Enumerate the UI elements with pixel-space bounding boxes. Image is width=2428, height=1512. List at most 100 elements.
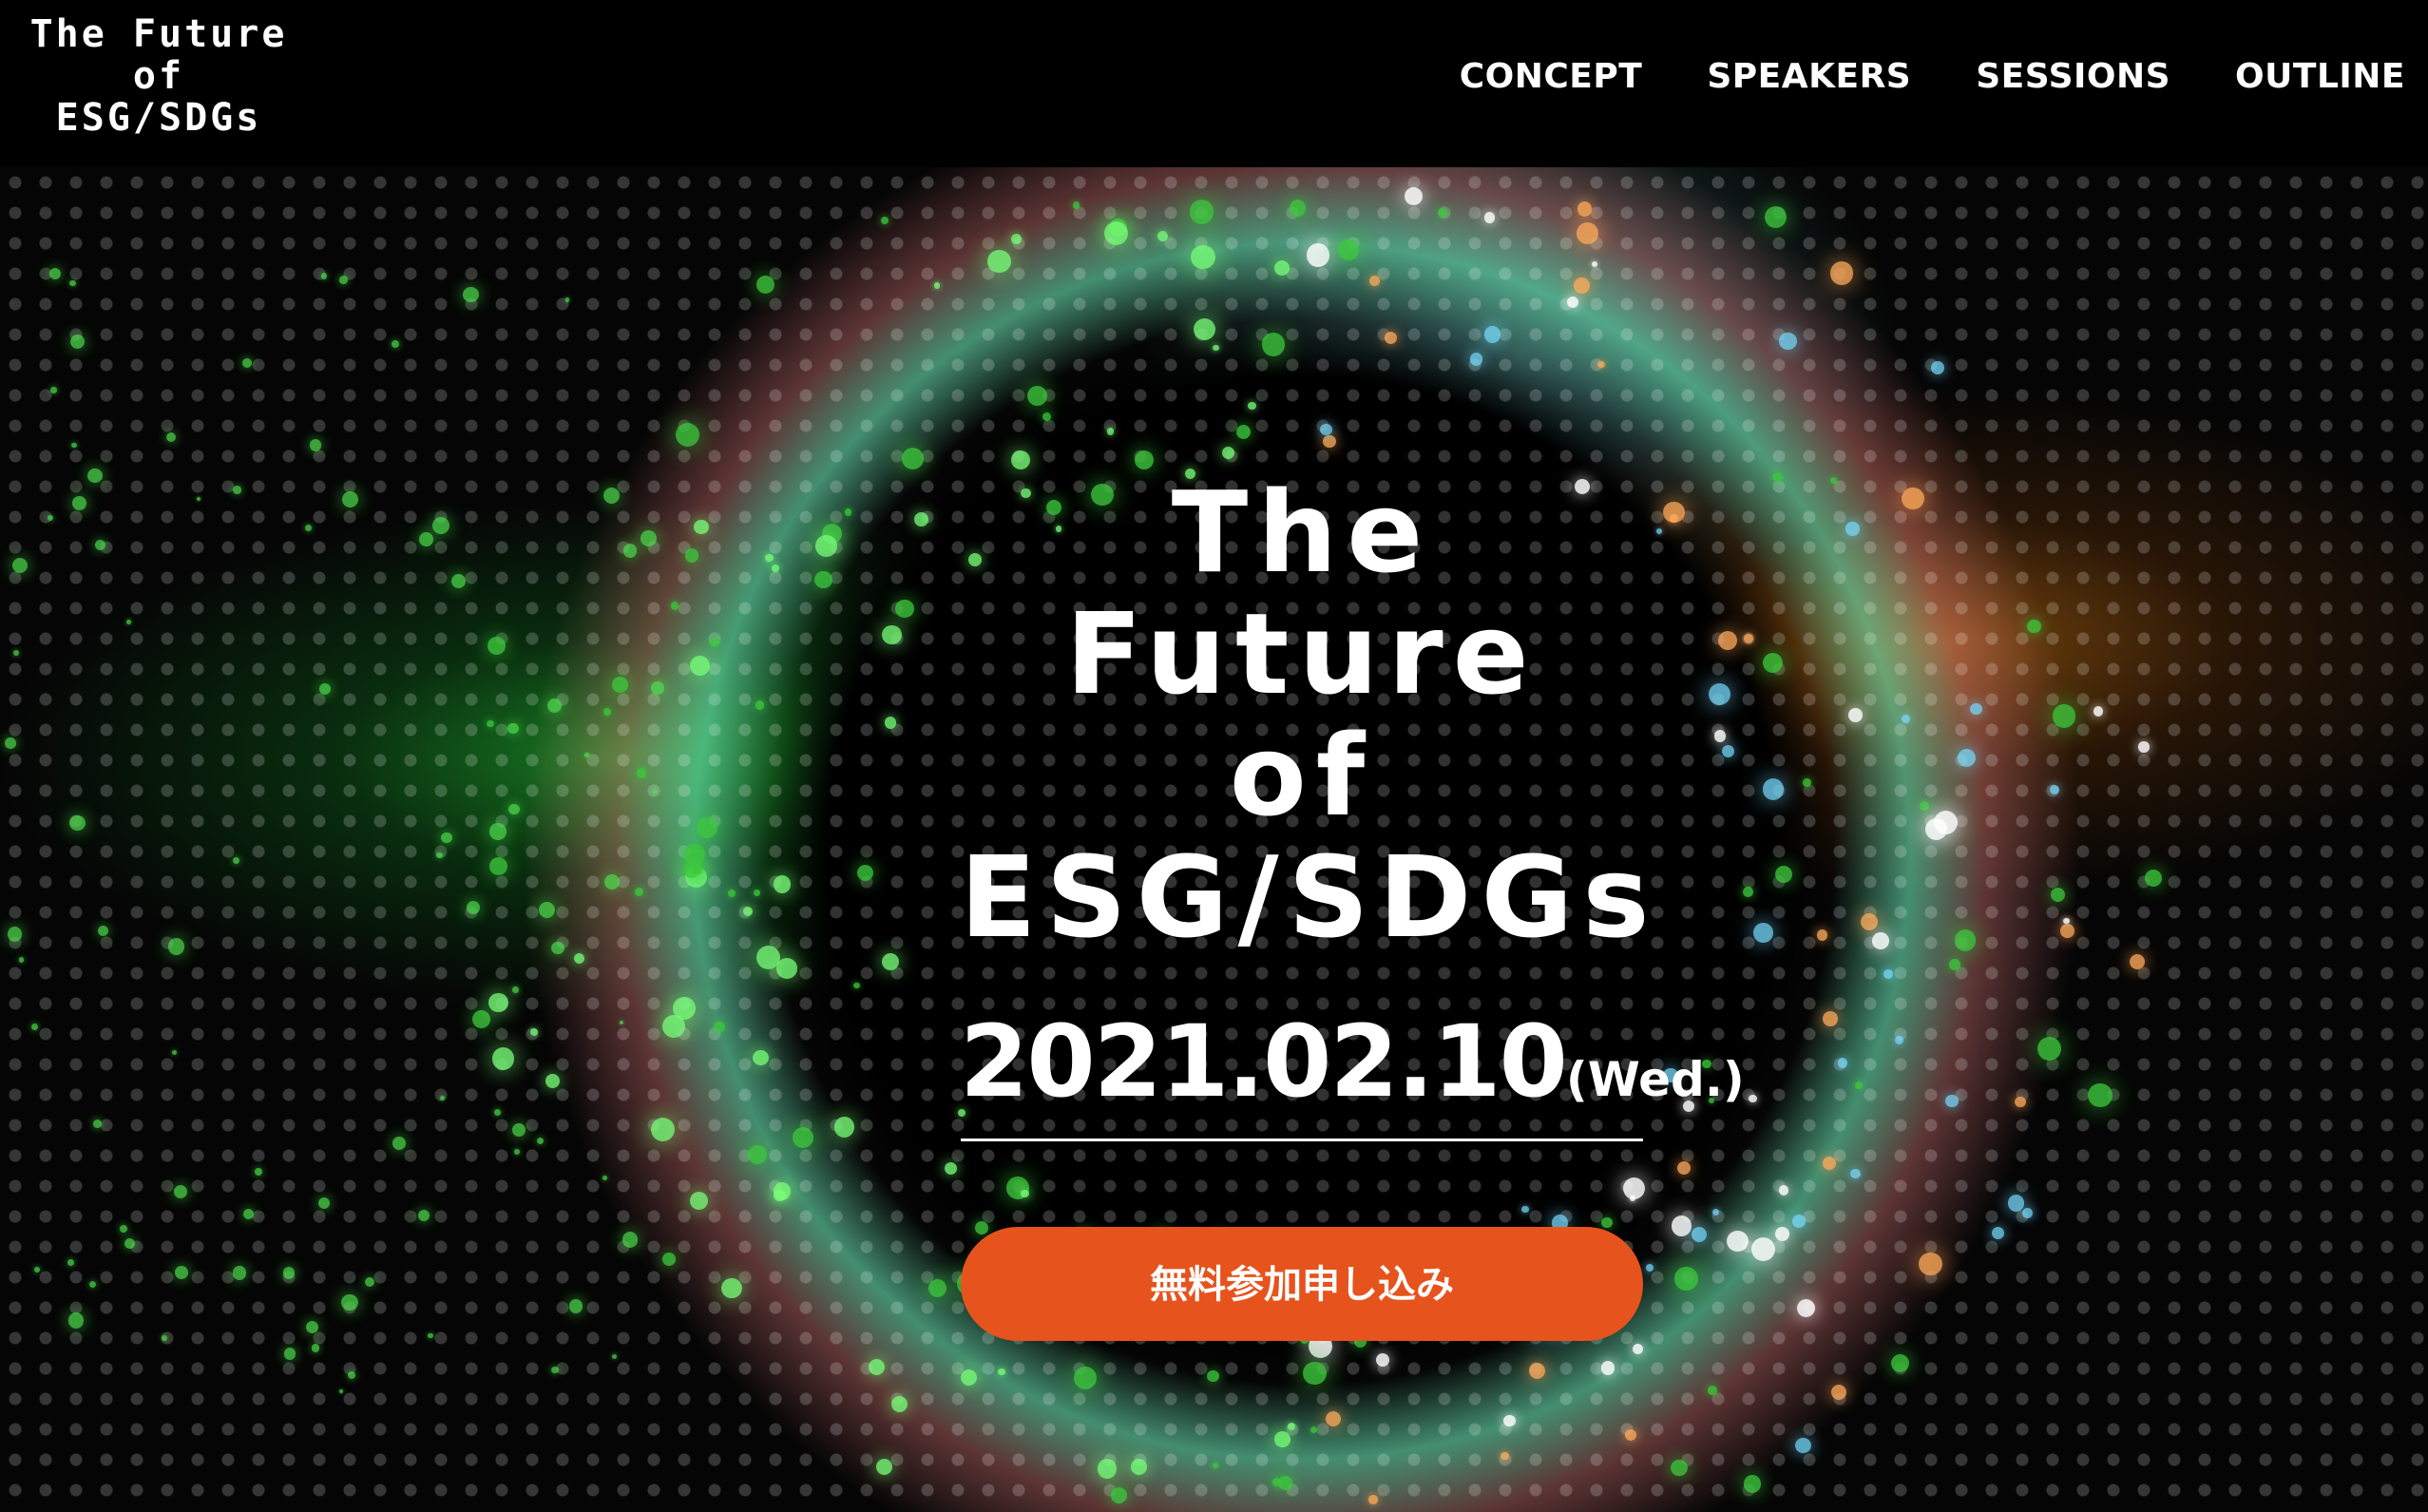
sparkle-dot — [894, 599, 914, 619]
hero-title: The Future of ESG/SDGs — [960, 471, 1659, 963]
sparkle-dot — [441, 832, 452, 844]
sparkle-dot — [1303, 1361, 1327, 1386]
sparkle-dot — [1749, 1094, 1757, 1103]
sparkle-dot — [1529, 1362, 1546, 1379]
sparkle-dot — [1376, 1352, 1389, 1367]
sparkle-dot — [1191, 244, 1215, 269]
sparkle-dot — [1368, 1495, 1378, 1504]
sparkle-dot — [1671, 1215, 1692, 1236]
sparkle-dot — [2063, 917, 2070, 925]
sparkle-dot — [507, 722, 519, 735]
nav-concept[interactable]: CONCEPT — [1460, 57, 1643, 96]
sparkle-dot — [1714, 730, 1727, 742]
sparkle-dot — [1236, 424, 1252, 439]
sparkle-dot — [1671, 1459, 1688, 1477]
sparkle-dot — [1306, 243, 1329, 267]
sparkle-dot — [512, 986, 519, 993]
sparkle-dot — [1600, 1361, 1615, 1375]
sparkle-dot — [901, 448, 924, 470]
sparkle-dot — [318, 683, 331, 696]
sparkle-dot — [1762, 778, 1785, 800]
sparkle-dot — [1655, 527, 1662, 534]
sparkle-dot — [87, 469, 103, 484]
sparkle-dot — [1213, 1462, 1219, 1468]
sparkle-dot — [392, 339, 399, 348]
nav-speakers[interactable]: SPEAKERS — [1707, 57, 1911, 96]
sparkle-dot — [684, 548, 699, 563]
sparkle-dot — [636, 768, 647, 778]
sparkle-dot — [2093, 706, 2104, 717]
sparkle-dot — [875, 1458, 893, 1475]
sparkle-dot — [486, 719, 494, 728]
sparkle-dot — [672, 997, 696, 1021]
sparkle-dot — [1902, 487, 1924, 510]
sparkle-dot — [1753, 923, 1774, 943]
sparkle-dot — [392, 1136, 406, 1150]
nav-outline[interactable]: OUTLINE — [2235, 57, 2405, 96]
sparkle-dot — [640, 530, 658, 546]
sparkle-dot — [612, 676, 628, 693]
sparkle-dot — [67, 1258, 74, 1266]
sparkle-dot — [844, 508, 852, 516]
hero-title-line-3: ESG/SDGs — [960, 832, 1659, 963]
sparkle-dot — [1074, 1367, 1098, 1390]
sparkle-dot — [1795, 1437, 1811, 1454]
sparkle-dot — [471, 1009, 490, 1028]
sparkle-dot — [1213, 344, 1219, 352]
sparkle-dot — [311, 1344, 320, 1352]
sparkle-dot — [1574, 277, 1591, 294]
sparkle-dot — [882, 625, 902, 645]
sparkle-dot — [1803, 778, 1811, 787]
sparkle-dot — [2022, 1208, 2033, 1218]
sparkle-dot — [564, 297, 570, 302]
sparkle-dot — [1501, 1452, 1509, 1461]
sparkle-dot — [1042, 411, 1052, 421]
sparkle-dot — [489, 823, 507, 840]
sparkle-dot — [1895, 1035, 1904, 1044]
sparkle-dot — [1772, 471, 1783, 483]
register-button[interactable]: 無料参加申し込み — [961, 1227, 1643, 1341]
site-logo[interactable]: The Future of ESG/SDGs — [21, 13, 296, 139]
sparkle-dot — [1577, 201, 1593, 217]
sparkle-dot — [856, 864, 873, 882]
nav-sessions[interactable]: SESSIONS — [1976, 57, 2170, 96]
sparkle-dot — [283, 1348, 296, 1360]
sparkle-dot — [755, 700, 764, 710]
event-date: 2021.02.10(Wed.) — [960, 1004, 1745, 1120]
sparkle-dot — [753, 890, 760, 897]
sparkle-dot — [255, 1167, 263, 1176]
sparkle-dot — [1816, 929, 1828, 941]
sparkle-dot — [568, 1299, 583, 1313]
sparkle-dot — [338, 1388, 343, 1393]
sparkle-dot — [1823, 1011, 1839, 1027]
sparkle-dot — [2027, 620, 2041, 634]
sparkle-dot — [488, 992, 508, 1013]
sparkle-dot — [913, 511, 928, 526]
sparkle-dot — [125, 620, 131, 625]
sparkle-dot — [1503, 1414, 1516, 1426]
sparkle-dot — [1750, 1236, 1775, 1261]
sparkle-dot — [348, 1370, 356, 1379]
sparkle-dot — [173, 1184, 188, 1199]
sparkle-dot — [1744, 633, 1753, 643]
sparkle-dot — [1625, 1428, 1637, 1441]
sparkle-dot — [1338, 239, 1359, 260]
sparkle-dot — [1207, 1369, 1219, 1382]
sparkle-dot — [491, 1047, 515, 1070]
sparkle-dot — [1743, 887, 1753, 898]
sparkle-dot — [2051, 887, 2066, 902]
sparkle-dot — [2059, 924, 2074, 938]
sparkle-dot — [1261, 333, 1286, 356]
sparkle-dot — [174, 1266, 188, 1280]
sparkle-dot — [1822, 1157, 1836, 1170]
sparkle-dot — [1919, 1252, 1942, 1276]
sparkle-dot — [1483, 326, 1501, 343]
sparkle-dot — [418, 532, 433, 547]
sparkle-dot — [1274, 1430, 1290, 1447]
sparkle-dot — [1779, 332, 1797, 351]
sparkle-dot — [635, 888, 643, 896]
sparkle-dot — [12, 649, 19, 656]
sparkle-dot — [1872, 932, 1889, 949]
sparkle-dot — [1721, 744, 1734, 757]
sparkle-dot — [120, 1224, 128, 1233]
